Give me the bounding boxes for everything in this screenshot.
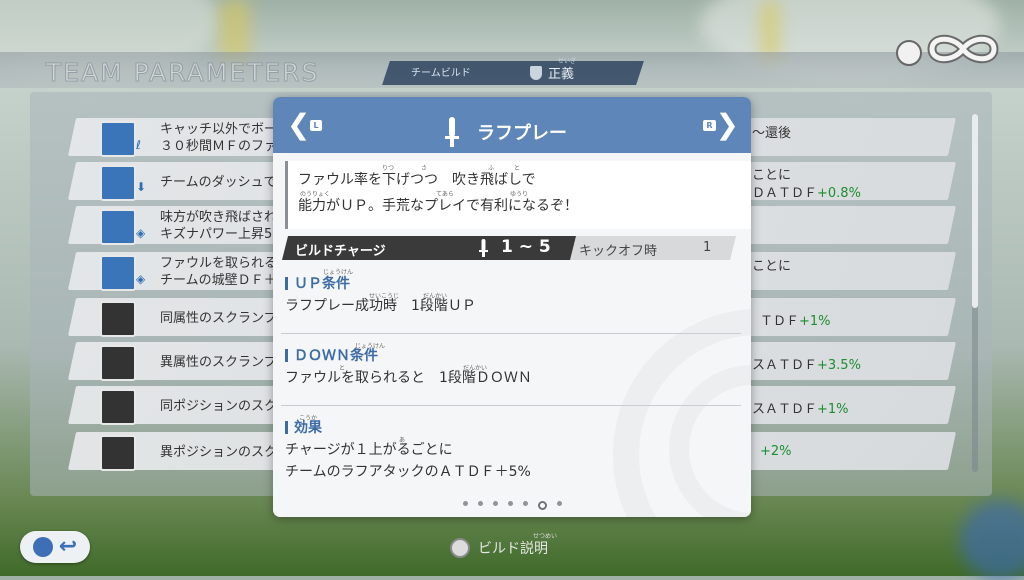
build-charge-range: 1 ~ 5 xyxy=(501,237,551,257)
description-line: ファウル率を下げつつ 吹き飛ばしで xyxy=(298,172,536,188)
background-goalpost xyxy=(220,0,250,60)
row-right-text: ことに xyxy=(752,259,792,274)
down-condition-heading: ＤＯＷＮ条件 xyxy=(285,345,378,365)
background-player xyxy=(960,500,1024,580)
heading-bar xyxy=(285,420,288,434)
description-line: 能力がＵＰ。手荒なプレイで有利になるぞ！ xyxy=(298,198,578,214)
row-text: チームのダッシュで xyxy=(160,175,277,190)
page-indicator xyxy=(463,501,562,510)
background-goalpost xyxy=(760,0,780,60)
row-right-text: スＡＴＤＦ+3.5% xyxy=(752,358,861,373)
up-condition-text: ラフプレー成功時 1段階ＵＰ xyxy=(285,298,476,314)
skill-description: りつ さ ふ と ファウル率を下げつつ 吹き飛ばしで のうりょく てあら ゆうり… xyxy=(285,161,751,229)
build-help-button[interactable]: ビルド説明 xyxy=(450,538,548,558)
row-text: キャッチ以外でボー ３０秒間ＭＦのファ xyxy=(160,122,278,154)
shield-icon xyxy=(530,65,542,80)
sword-icon xyxy=(479,239,488,257)
modal-header: ❮ L ラフプレー R ❯ xyxy=(273,97,751,153)
target-icon xyxy=(100,121,136,157)
shield-small-icon: ◈ xyxy=(136,226,146,240)
controller-button-icon xyxy=(32,537,53,557)
row-right-text: ＴＤＦ+1% xyxy=(760,314,831,329)
row-right-text: ＤＡＴＤＦ+0.8% xyxy=(752,186,861,201)
infinity-icon xyxy=(927,34,999,64)
scrollbar[interactable] xyxy=(972,114,978,472)
effect-heading: 効果 xyxy=(285,417,322,437)
wall-icon xyxy=(100,255,136,291)
tab-team-build[interactable]: チームビルド xyxy=(411,64,471,79)
link-icon: ℓ xyxy=(136,138,141,152)
row-text: 同ポジションのスク xyxy=(160,399,278,414)
page-dot[interactable] xyxy=(523,501,528,506)
l-button-tag: L xyxy=(310,119,322,131)
scramble-icon xyxy=(100,389,136,425)
kickoff-value: 1 xyxy=(703,240,712,255)
sword-small-icon: ⬇ xyxy=(136,180,147,194)
blown-away-icon xyxy=(100,209,136,245)
scramble-icon xyxy=(100,301,136,337)
row-right-text: ことに xyxy=(752,168,792,183)
row-right-text: +2% xyxy=(760,444,792,459)
shield-small-icon: ◈ xyxy=(136,272,146,286)
row-text: ファウルを取られる チームの城壁ＤＦ＋ xyxy=(160,256,278,288)
divider xyxy=(281,405,741,406)
page-dot[interactable] xyxy=(478,501,483,506)
page-dot[interactable] xyxy=(557,501,562,506)
divider xyxy=(281,333,741,334)
build-charge-label: ビルドチャージ xyxy=(295,244,386,259)
heading-bar xyxy=(285,348,288,362)
page-dot[interactable] xyxy=(463,501,468,506)
tab-justice[interactable]: 正義 xyxy=(530,63,574,82)
scramble-icon xyxy=(100,345,136,381)
modal-title: ラフプレー xyxy=(477,123,567,144)
sword-icon xyxy=(445,117,459,147)
timer-icon xyxy=(896,40,922,66)
screen-title: TEAM PARAMETERS xyxy=(45,58,320,88)
kickoff-label: キックオフ時 xyxy=(579,244,658,259)
page-dot[interactable] xyxy=(508,501,513,506)
row-right-text: スＡＴＤＦ+1% xyxy=(752,402,849,417)
up-condition-heading: ＵＰ条件 xyxy=(285,273,350,293)
chevron-right-icon: ❯ xyxy=(715,108,739,141)
row-text: 異ポジションのスク xyxy=(160,445,278,460)
build-help-label: ビルド説明 xyxy=(478,541,548,557)
return-arrow-icon: ↩ xyxy=(58,534,78,559)
dash-icon xyxy=(100,165,136,201)
next-button[interactable]: R ❯ xyxy=(703,111,739,139)
page-dot[interactable] xyxy=(493,501,498,506)
r-button-tag: R xyxy=(703,119,716,131)
row-text: 味方が吹き飛ばされ キズナパワー上昇5 xyxy=(160,210,278,242)
skill-detail-modal: ❮ L ラフプレー R ❯ りつ さ ふ と ファウル率を下げつつ 吹き飛ばしで… xyxy=(273,97,751,517)
scramble-icon xyxy=(100,435,136,471)
row-text: 異属性のスクランブ xyxy=(160,355,277,370)
effect-text: チャージが１上がるごとに xyxy=(285,442,453,458)
page-dot-active[interactable] xyxy=(538,501,547,510)
prev-button[interactable]: ❮ L xyxy=(287,111,322,139)
row-text: 同属性のスクランブ xyxy=(160,311,277,326)
down-condition-text: ファウルを取られると 1段階ＤＯＷＮ xyxy=(285,370,532,386)
effect-text: チームのラフアタックのＡＴＤＦ＋5% xyxy=(285,464,531,480)
scrollbar-thumb[interactable] xyxy=(972,114,978,308)
row-right-text: 〜還後 xyxy=(752,126,792,141)
back-button[interactable]: ↩ xyxy=(20,531,90,563)
chevron-left-icon: ❮ xyxy=(287,108,311,141)
heading-bar xyxy=(285,276,288,290)
controller-button-icon xyxy=(450,538,470,558)
tab-justice-label: 正義 xyxy=(548,67,575,82)
